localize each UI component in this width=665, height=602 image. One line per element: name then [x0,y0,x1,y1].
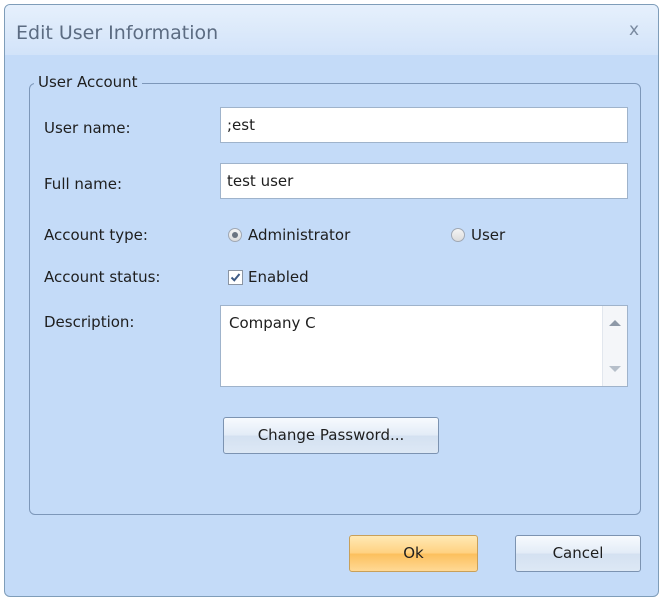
title-bar[interactable]: Edit User Information x [5,5,658,55]
account-type-label: Account type: [44,226,148,244]
scroll-down-arrow-icon[interactable] [609,366,621,372]
enabled-label: Enabled [248,268,309,286]
radio-administrator-label: Administrator [248,226,351,244]
checkmark-icon [228,269,243,285]
enabled-checkbox[interactable]: Enabled [228,268,309,286]
fullname-input[interactable]: test user [220,163,628,199]
close-icon[interactable]: x [622,19,646,41]
dialog-title: Edit User Information [16,22,219,44]
description-text: Company C [229,314,316,332]
description-label: Description: [44,313,135,331]
account-status-label: Account status: [44,268,161,286]
username-label: User name: [44,119,131,137]
description-scrollbar[interactable] [602,306,627,386]
radio-selected-icon [228,228,242,242]
radio-administrator[interactable]: Administrator [228,226,350,244]
description-textarea[interactable]: Company C [220,305,628,387]
cancel-button[interactable]: Cancel [515,535,641,572]
scroll-up-arrow-icon[interactable] [609,320,621,326]
change-password-button[interactable]: Change Password... [223,417,439,454]
group-legend: User Account [34,74,142,90]
radio-user-label: User [471,226,506,244]
radio-unselected-icon [451,228,465,242]
username-input[interactable]: ;est [220,107,628,143]
radio-user[interactable]: User [451,226,505,244]
fullname-label: Full name: [44,175,123,193]
ok-button[interactable]: Ok [349,535,478,572]
